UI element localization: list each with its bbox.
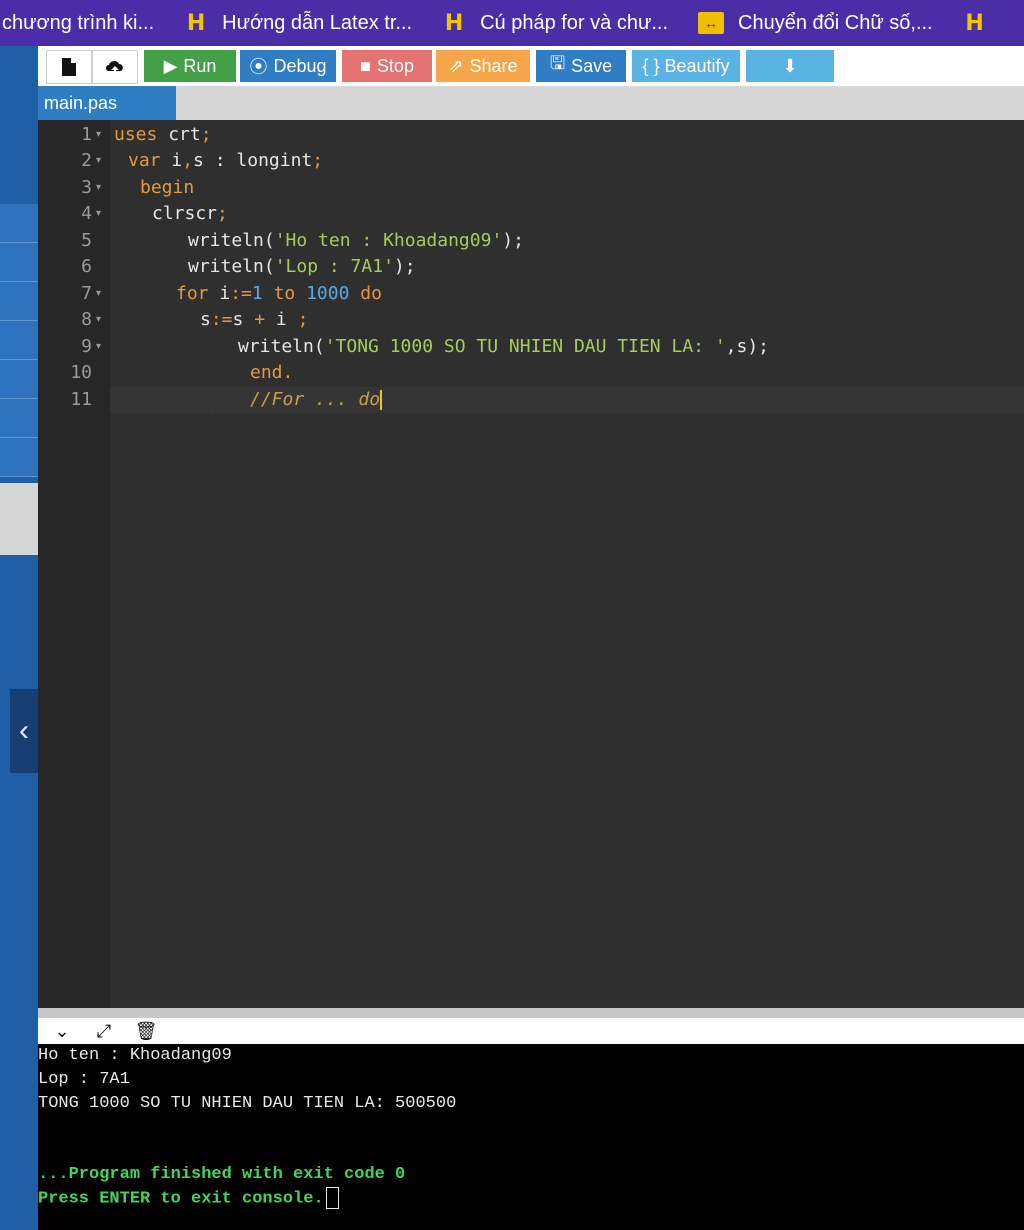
code-line: s:=s + i ; (200, 309, 309, 330)
fold-arrow-icon[interactable]: ▾ (96, 307, 101, 333)
text-cursor (380, 390, 383, 410)
line-number-gutter: 1 ▾ 2 ▾ 3 ▾ 4 ▾ 5 6 7 ▾ 8 ▾ 9 ▾ 10 11 (38, 120, 110, 1008)
code-line: writeln('Lop : 7A1'); (188, 256, 416, 277)
sidebar-item[interactable] (0, 360, 38, 399)
console-resize-handle[interactable] (38, 1008, 1024, 1018)
code-area[interactable]: uses crt; var i,s : longint; begin clrsc… (110, 120, 1024, 1008)
share-icon: ⇗ (448, 55, 464, 76)
line-number: 10 (70, 362, 92, 383)
line-number: 1 (81, 124, 92, 145)
floppy-icon: 🖫 (549, 53, 566, 73)
sidebar-item[interactable] (0, 321, 38, 360)
expand-icon[interactable]: ⤢ (92, 1020, 116, 1042)
bookmark-item[interactable]: H Hướng dẫn Latex tr... (184, 10, 412, 36)
run-button[interactable]: ▶ Run (144, 50, 236, 82)
save-button[interactable]: 🖫 Save (536, 50, 626, 82)
stop-label: Stop (376, 55, 414, 76)
code-line: clrscr; (152, 203, 228, 224)
line-number: 6 (81, 256, 92, 277)
bookmark-label: Hướng dẫn Latex tr... (222, 11, 413, 34)
line-number: 11 (70, 389, 92, 410)
code-line: uses crt; (114, 124, 212, 145)
sidebar-item[interactable] (0, 282, 38, 321)
h-logo-icon: H (965, 10, 984, 36)
clear-console-icon[interactable]: 🗑 (134, 1020, 158, 1042)
console-line: Ho ten : Khoadang09 (38, 1046, 232, 1065)
code-line: writeln('TONG 1000 SO TU NHIEN DAU TIEN … (238, 336, 770, 357)
toolbar: ▶ Run ⦿ Debug ■ Stop ⇗ Share 🖫 Save { } … (38, 46, 1024, 86)
console-output[interactable]: Ho ten : Khoadang09 Lop : 7A1 TONG 1000 … (38, 1044, 1024, 1230)
bookmark-label: Cú pháp for và chư... (480, 11, 669, 34)
upload-button[interactable] (92, 50, 138, 84)
code-line: end. (250, 362, 294, 383)
fold-arrow-icon[interactable]: ▾ (96, 334, 101, 360)
new-file-button[interactable] (46, 50, 92, 84)
share-label: Share (469, 55, 518, 76)
sidebar-item[interactable] (0, 483, 38, 555)
console-line: Lop : 7A1 (38, 1070, 130, 1089)
code-editor[interactable]: 1 ▾ 2 ▾ 3 ▾ 4 ▾ 5 6 7 ▾ 8 ▾ 9 ▾ 10 11 uses crt;… (38, 120, 1024, 1008)
bookmark-item[interactable]: ↔ Chuyển đổi Chữ số,... (698, 12, 933, 35)
line-number: 8 (81, 309, 92, 330)
chevron-left-icon: ‹ (19, 714, 29, 747)
console-prompt-line: Press ENTER to exit console. (38, 1187, 339, 1211)
sidebar-item[interactable] (0, 438, 38, 477)
debug-label: Debug (273, 55, 327, 76)
file-tab-bar: main.pas (38, 86, 1024, 120)
stop-icon: ■ (360, 55, 371, 76)
h-logo-icon: H (186, 10, 206, 36)
file-icon (62, 58, 76, 76)
convert-icon: ↔ (698, 12, 725, 34)
line-number: 5 (81, 230, 92, 251)
chevron-down-icon[interactable]: ⌄ (50, 1020, 74, 1042)
code-line-active: //For ... do (110, 387, 1024, 413)
cloud-upload-icon (106, 61, 123, 75)
fold-arrow-icon[interactable]: ▾ (96, 148, 101, 174)
tab-label: main.pas (44, 92, 118, 113)
left-sidebar: ‹ (0, 46, 38, 1230)
share-button[interactable]: ⇗ Share (436, 50, 530, 82)
fold-arrow-icon[interactable]: ▾ (96, 122, 101, 148)
debug-icon: ⦿ (249, 57, 268, 77)
beautify-label: { } Beautify (642, 55, 730, 76)
bookmark-label: Chuyển đổi Chữ số,... (738, 11, 933, 34)
save-label: Save (571, 55, 613, 76)
tab-main-pas[interactable]: main.pas (38, 86, 176, 120)
console-cursor (325, 1187, 339, 1209)
line-number: 9 (81, 336, 92, 357)
download-icon: ⬇ (782, 55, 798, 76)
sidebar-item[interactable] (0, 204, 38, 243)
fold-arrow-icon[interactable]: ▾ (96, 201, 101, 227)
code-line: var i,s : longint; (128, 150, 324, 171)
run-label: Run (183, 55, 217, 76)
code-line: writeln('Ho ten : Khoadang09'); (188, 230, 524, 251)
bookmark-item[interactable]: chương trình ki... (2, 12, 154, 35)
bookmark-item[interactable]: H Cú pháp for và chư... (442, 10, 668, 36)
line-number: 2 (81, 150, 92, 171)
console-line: TONG 1000 SO TU NHIEN DAU TIEN LA: 50050… (38, 1094, 457, 1113)
console-toolbar: ⌄ ⤢ 🗑 (38, 1018, 1024, 1044)
console-exit-line: ...Program finished with exit code 0 (38, 1165, 406, 1184)
play-icon: ▶ (163, 55, 178, 76)
stop-button[interactable]: ■ Stop (342, 50, 432, 82)
bookmark-item[interactable]: H (963, 10, 1001, 36)
code-line: for i:=1 to 1000 do (176, 283, 382, 304)
fold-arrow-icon[interactable]: ▾ (96, 281, 101, 307)
line-number: 4 (81, 203, 92, 224)
collapse-sidebar-button[interactable]: ‹ (10, 689, 38, 773)
bookmark-label: chương trình ki... (2, 11, 155, 34)
fold-arrow-icon[interactable]: ▾ (96, 175, 101, 201)
debug-button[interactable]: ⦿ Debug (240, 50, 336, 82)
sidebar-item[interactable] (0, 243, 38, 282)
line-number: 3 (81, 177, 92, 198)
h-logo-icon: H (444, 10, 464, 36)
download-button[interactable]: ⬇ (746, 50, 834, 82)
sidebar-item[interactable] (0, 399, 38, 438)
line-number: 7 (81, 283, 92, 304)
code-line: begin (140, 177, 195, 198)
bookmarks-bar: chương trình ki... H Hướng dẫn Latex tr.… (0, 0, 1024, 46)
beautify-button[interactable]: { } Beautify (632, 50, 740, 82)
